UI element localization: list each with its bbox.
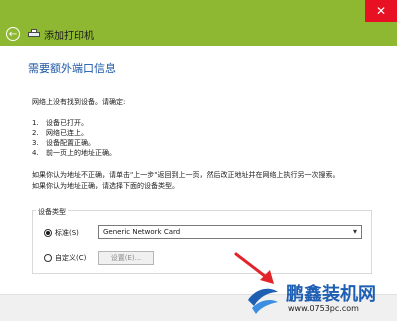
checklist-number: 1. (32, 119, 39, 127)
device-type-group (32, 210, 372, 274)
standard-radio[interactable] (44, 229, 52, 237)
device-type-select-value: Generic Network Card (103, 228, 181, 236)
note-line-1: 如果你认为地址不正确，请单击"上一步"返回到上一页，然后改正地址并在网络上执行另… (32, 171, 340, 179)
back-button[interactable]: ← (6, 27, 20, 41)
watermark-url: www.0753pc.com (288, 304, 359, 313)
checklist-item: 1. 设备已打开。 (32, 118, 88, 128)
window-title: 添加打印机 (44, 30, 94, 42)
window-titlebar: ✕ ← 添加打印机 (0, 0, 397, 46)
brand-logo-icon (248, 288, 278, 314)
printer-icon (28, 29, 40, 39)
standard-radio-row[interactable]: 标准(S) (44, 228, 79, 238)
checklist-number: 2. (32, 129, 39, 137)
device-type-select[interactable]: Generic Network Card ▾ (98, 225, 362, 239)
custom-radio-label: 自定义(C) (55, 254, 87, 262)
checklist-text: 网络已连上。 (46, 129, 88, 137)
standard-radio-label: 标准(S) (55, 229, 79, 237)
chevron-down-icon: ▾ (352, 227, 357, 236)
checklist-text: 设备已打开。 (46, 119, 88, 127)
checklist-item: 3. 设备配置正确。 (32, 138, 95, 148)
custom-radio-row[interactable]: 自定义(C) (44, 253, 86, 263)
back-arrow-icon: ← (8, 28, 18, 40)
close-button[interactable]: ✕ (365, 0, 397, 22)
custom-radio[interactable] (44, 254, 52, 262)
settings-button[interactable]: 设置(E)... (98, 251, 154, 265)
nav-bar: ← 添加打印机 (0, 22, 397, 46)
checklist-item: 2. 网络已连上。 (32, 128, 88, 138)
watermark-brand: 鹏鑫装机网 (286, 284, 376, 305)
checklist-item: 4. 前一页上的地址正确。 (32, 148, 116, 158)
device-type-label: 设备类型 (36, 207, 68, 217)
checklist-number: 3. (32, 139, 39, 147)
checklist-text: 前一页上的地址正确。 (46, 149, 116, 157)
checklist-number: 4. (32, 149, 39, 157)
watermark: 鹏鑫装机网 www.0753pc.com (246, 280, 396, 320)
note-line-2: 如果你认为地址正确，请选择下面的设备类型。 (32, 182, 179, 190)
page-heading: 需要额外端口信息 (28, 62, 116, 75)
close-icon: ✕ (375, 4, 387, 18)
intro-text: 网络上没有找到设备。请确定: (32, 98, 126, 106)
checklist-text: 设备配置正确。 (46, 139, 95, 147)
